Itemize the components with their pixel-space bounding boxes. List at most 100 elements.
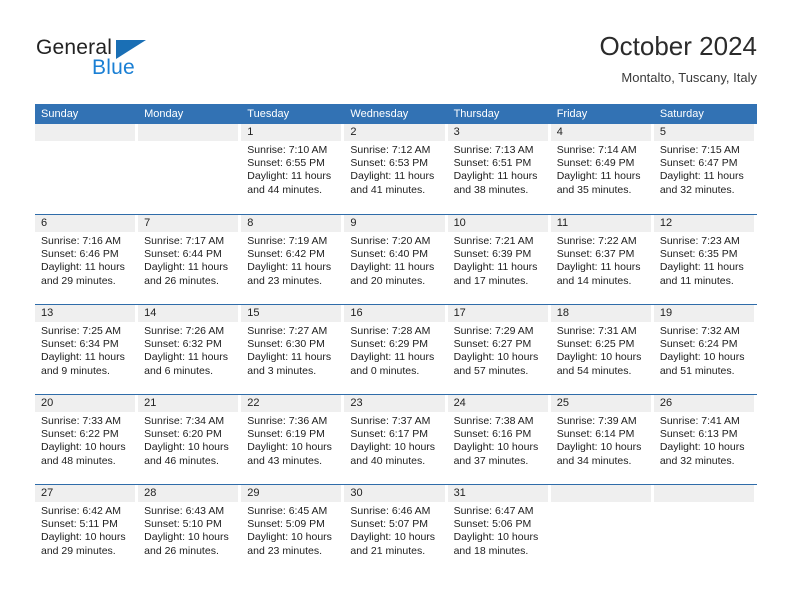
day-details: Sunrise: 7:27 AM Sunset: 6:30 PM Daylight:…: [241, 322, 341, 378]
day-cell[interactable]: 1 Sunrise: 7:10 AM Sunset: 6:55 PM Daylight…: [241, 124, 344, 214]
day-cell[interactable]: 13 Sunrise: 7:25 AM Sunset: 6:34 PM Dayligh…: [35, 305, 138, 394]
day-cell[interactable]: 25 Sunrise: 7:39 AM Sunset: 6:14 PM Dayligh…: [550, 395, 654, 484]
sunrise-text: Sunrise: 7:28 AM: [350, 325, 431, 337]
day-number: 18: [550, 305, 651, 322]
day-details: Sunrise: 7:25 AM Sunset: 6:34 PM Daylight:…: [35, 322, 135, 378]
day-cell[interactable]: 19 Sunrise: 7:32 AM Sunset: 6:24 PM Dayligh…: [653, 305, 757, 394]
sunset-text: Sunset: 6:46 PM: [41, 248, 119, 261]
day-cell[interactable]: 6 Sunrise: 7:16 AM Sunset: 6:46 PM Daylight…: [35, 215, 138, 304]
calendar-weeks: 1 Sunrise: 7:10 AM Sunset: 6:55 PM Daylight…: [35, 124, 757, 574]
weekday-header-tuesday: Tuesday: [247, 108, 290, 120]
daylight-text: Daylight: 11 hours and 26 minutes.: [144, 261, 228, 287]
daylight-text: Daylight: 11 hours and 3 minutes.: [247, 351, 332, 377]
daylight-text: Daylight: 11 hours and 41 minutes.: [350, 170, 435, 196]
day-number: 8: [241, 215, 342, 232]
day-cell[interactable]: 2 Sunrise: 7:12 AM Sunset: 6:53 PM Daylight…: [344, 124, 447, 214]
day-number: 6: [35, 215, 136, 232]
day-cell[interactable]: 11 Sunrise: 7:22 AM Sunset: 6:37 PM Dayligh…: [550, 215, 654, 304]
daylight-text: Daylight: 10 hours and 43 minutes.: [247, 441, 332, 467]
day-cell-empty: [653, 485, 757, 574]
day-number: 12: [653, 215, 754, 232]
weekday-header-saturday: Saturday: [659, 108, 704, 120]
daylight-text: Daylight: 11 hours and 44 minutes.: [247, 170, 332, 196]
sunrise-text: Sunrise: 7:20 AM: [350, 235, 431, 247]
daylight-text: Daylight: 10 hours and 54 minutes.: [556, 351, 642, 377]
sunset-text: Sunset: 6:17 PM: [350, 428, 429, 441]
sunset-text: Sunset: 6:14 PM: [556, 428, 635, 441]
day-number: [138, 124, 239, 141]
weekday-header-row: Sunday Monday Tuesday Wednesday Thursday Frid…: [35, 104, 757, 124]
calendar-week-row: 27 Sunrise: 6:42 AM Sunset: 5:11 PM Dayligh…: [35, 484, 757, 574]
day-details: Sunrise: 7:13 AM Sunset: 6:51 PM Daylight:…: [448, 141, 548, 197]
day-cell[interactable]: 26 Sunrise: 7:41 AM Sunset: 6:13 PM Dayligh…: [653, 395, 757, 484]
day-number: 26: [653, 395, 754, 412]
sunrise-text: Sunrise: 7:36 AM: [247, 415, 328, 427]
weekday-header-sunday: Sunday: [41, 108, 79, 120]
day-number: 17: [447, 305, 548, 322]
day-number: 10: [447, 215, 548, 232]
day-cell[interactable]: 23 Sunrise: 7:37 AM Sunset: 6:17 PM Dayligh…: [344, 395, 447, 484]
sunrise-text: Sunrise: 7:26 AM: [144, 325, 225, 337]
daylight-text: Daylight: 11 hours and 6 minutes.: [144, 351, 228, 377]
day-cell[interactable]: 15 Sunrise: 7:27 AM Sunset: 6:30 PM Dayligh…: [241, 305, 344, 394]
day-cell[interactable]: 20 Sunrise: 7:33 AM Sunset: 6:22 PM Dayligh…: [35, 395, 138, 484]
day-number: 15: [241, 305, 342, 322]
day-cell[interactable]: 16 Sunrise: 7:28 AM Sunset: 6:29 PM Dayligh…: [344, 305, 447, 394]
day-number: 3: [447, 124, 548, 141]
sunset-text: Sunset: 6:53 PM: [350, 157, 429, 170]
daylight-text: Daylight: 10 hours and 51 minutes.: [659, 351, 745, 377]
day-cell[interactable]: 18 Sunrise: 7:31 AM Sunset: 6:25 PM Dayligh…: [550, 305, 654, 394]
day-cell[interactable]: 17 Sunrise: 7:29 AM Sunset: 6:27 PM Dayligh…: [447, 305, 551, 394]
sunrise-text: Sunrise: 7:39 AM: [556, 415, 637, 427]
sunrise-text: Sunrise: 7:29 AM: [453, 325, 534, 337]
sunset-text: Sunset: 6:32 PM: [144, 338, 222, 351]
calendar-week-row: 20 Sunrise: 7:33 AM Sunset: 6:22 PM Dayligh…: [35, 394, 757, 484]
calendar-week-row: 1 Sunrise: 7:10 AM Sunset: 6:55 PM Daylight…: [35, 124, 757, 214]
day-number: 11: [550, 215, 651, 232]
day-cell[interactable]: 5 Sunrise: 7:15 AM Sunset: 6:47 PM Daylight…: [653, 124, 757, 214]
calendar-page: General Blue October 2024 Montalto, Tusc…: [0, 0, 792, 612]
day-cell[interactable]: 7 Sunrise: 7:17 AM Sunset: 6:44 PM Daylight…: [138, 215, 241, 304]
sunset-text: Sunset: 6:47 PM: [659, 157, 738, 170]
day-cell[interactable]: 30 Sunrise: 6:46 AM Sunset: 5:07 PM Dayligh…: [344, 485, 447, 574]
location-subtitle: Montalto, Tuscany, Italy: [621, 70, 757, 85]
sunset-text: Sunset: 6:24 PM: [659, 338, 738, 351]
day-details: Sunrise: 7:31 AM Sunset: 6:25 PM Daylight:…: [551, 322, 651, 378]
day-cell[interactable]: 8 Sunrise: 7:19 AM Sunset: 6:42 PM Daylight…: [241, 215, 344, 304]
day-cell[interactable]: 4 Sunrise: 7:14 AM Sunset: 6:49 PM Daylight…: [550, 124, 654, 214]
sunrise-text: Sunrise: 7:21 AM: [453, 235, 534, 247]
day-cell[interactable]: 9 Sunrise: 7:20 AM Sunset: 6:40 PM Daylight…: [344, 215, 447, 304]
weekday-header-wednesday: Wednesday: [350, 108, 409, 120]
day-number: 13: [35, 305, 136, 322]
sunrise-text: Sunrise: 7:10 AM: [247, 144, 328, 156]
sunrise-text: Sunrise: 6:47 AM: [453, 505, 534, 517]
sunset-text: Sunset: 6:49 PM: [556, 157, 635, 170]
sunrise-text: Sunrise: 7:19 AM: [247, 235, 328, 247]
day-details: Sunrise: 7:36 AM Sunset: 6:19 PM Daylight:…: [241, 412, 341, 468]
day-cell[interactable]: 27 Sunrise: 6:42 AM Sunset: 5:11 PM Dayligh…: [35, 485, 138, 574]
day-cell[interactable]: 3 Sunrise: 7:13 AM Sunset: 6:51 PM Daylight…: [447, 124, 551, 214]
title-block: October 2024 Montalto, Tuscany, Italy: [599, 30, 757, 86]
daylight-text: Daylight: 11 hours and 29 minutes.: [41, 261, 125, 287]
daylight-text: Daylight: 10 hours and 34 minutes.: [556, 441, 642, 467]
sunset-text: Sunset: 5:06 PM: [453, 518, 532, 531]
general-blue-logo[interactable]: General Blue: [36, 36, 216, 88]
daylight-text: Daylight: 11 hours and 11 minutes.: [659, 261, 744, 287]
day-cell[interactable]: 14 Sunrise: 7:26 AM Sunset: 6:32 PM Dayligh…: [138, 305, 241, 394]
day-cell[interactable]: 29 Sunrise: 6:45 AM Sunset: 5:09 PM Dayligh…: [241, 485, 344, 574]
daylight-text: Daylight: 11 hours and 35 minutes.: [556, 170, 641, 196]
day-cell[interactable]: 21 Sunrise: 7:34 AM Sunset: 6:20 PM Dayligh…: [138, 395, 241, 484]
day-number: 25: [550, 395, 651, 412]
day-details: Sunrise: 6:47 AM Sunset: 5:06 PM Daylight:…: [448, 502, 548, 558]
sunset-text: Sunset: 6:34 PM: [41, 338, 119, 351]
day-cell[interactable]: 10 Sunrise: 7:21 AM Sunset: 6:39 PM Dayligh…: [447, 215, 551, 304]
daylight-text: Daylight: 10 hours and 18 minutes.: [453, 531, 539, 557]
day-details: Sunrise: 7:14 AM Sunset: 6:49 PM Daylight:…: [551, 141, 651, 197]
weekday-header-monday: Monday: [144, 108, 184, 120]
day-cell[interactable]: 31 Sunrise: 6:47 AM Sunset: 5:06 PM Dayligh…: [447, 485, 551, 574]
day-details: Sunrise: 7:34 AM Sunset: 6:20 PM Daylight:…: [138, 412, 238, 468]
day-cell[interactable]: 28 Sunrise: 6:43 AM Sunset: 5:10 PM Dayligh…: [138, 485, 241, 574]
day-cell[interactable]: 22 Sunrise: 7:36 AM Sunset: 6:19 PM Dayligh…: [241, 395, 344, 484]
day-cell[interactable]: 12 Sunrise: 7:23 AM Sunset: 6:35 PM Dayligh…: [653, 215, 757, 304]
day-cell[interactable]: 24 Sunrise: 7:38 AM Sunset: 6:16 PM Dayligh…: [447, 395, 551, 484]
